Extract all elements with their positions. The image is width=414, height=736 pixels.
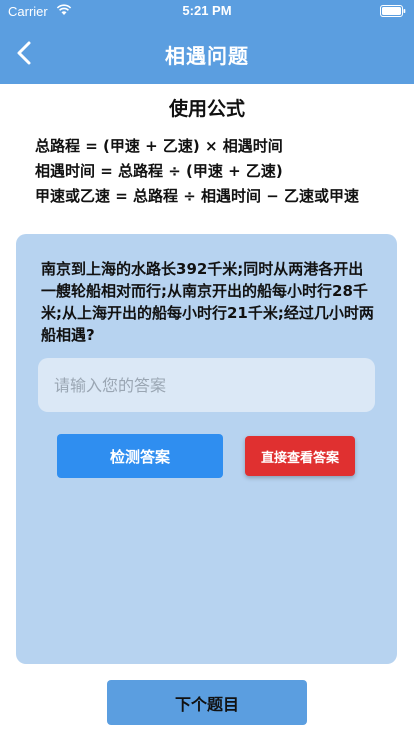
question-text: 南京到上海的水路长392千米;同时从两港各开出一艘轮船相对而行;从南京开出的船每… [41, 260, 374, 344]
formula-line: 相遇时间 = 总路程 ÷ (甲速 + 乙速) [35, 162, 283, 180]
next-question-button[interactable]: 下个题目 [107, 680, 307, 725]
formula-line: 甲速或乙速 = 总路程 ÷ 相遇时间 − 乙速或甲速 [35, 187, 360, 205]
status-time: 5:21 PM [182, 3, 232, 18]
formula-heading: 使用公式 [168, 98, 245, 120]
answer-input[interactable] [38, 358, 375, 412]
nav-bar: 相遇问题 [0, 22, 414, 84]
status-bar: Carrier 5:21 PM [0, 0, 414, 22]
check-answer-button[interactable]: 检测答案 [57, 434, 223, 478]
formula-list: 总路程 = (甲速 + 乙速) × 相遇时间 相遇时间 = 总路程 ÷ (甲速 … [35, 134, 395, 209]
formula-line: 总路程 = (甲速 + 乙速) × 相遇时间 [35, 137, 283, 155]
battery-icon [380, 5, 406, 17]
page-title: 相遇问题 [165, 44, 249, 68]
question-card: 南京到上海的水路长392千米;同时从两港各开出一艘轮船相对而行;从南京开出的船每… [16, 234, 397, 664]
show-answer-button[interactable]: 直接查看答案 [245, 436, 355, 476]
